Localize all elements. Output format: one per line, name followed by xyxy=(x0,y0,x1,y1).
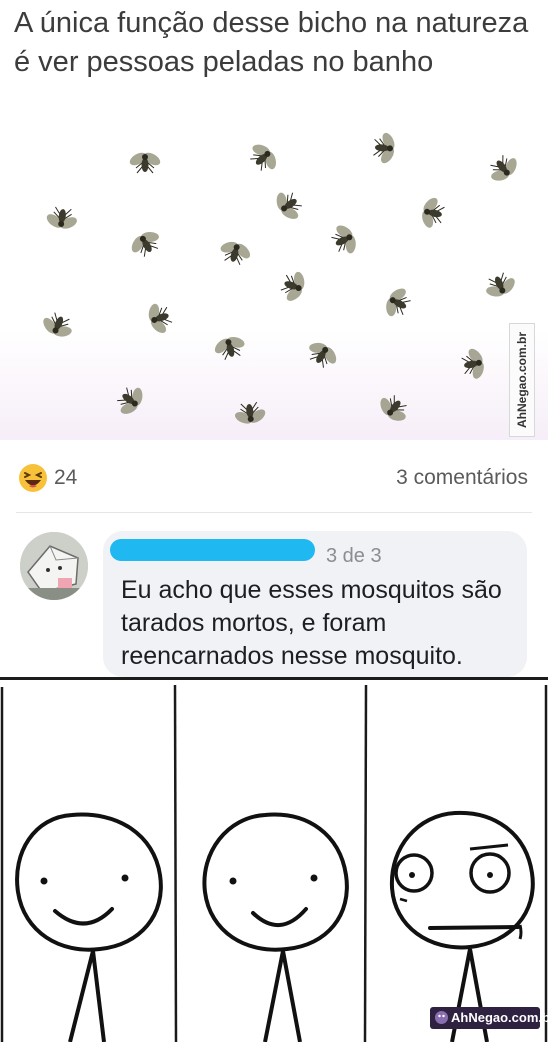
fly-icon xyxy=(486,272,515,297)
fly-icon xyxy=(117,387,143,414)
fly-icon xyxy=(331,225,356,254)
fly-icon xyxy=(250,144,276,171)
side-watermark-text: AhNegao.com.br xyxy=(515,331,529,429)
comment-count-link[interactable]: 3 comentários xyxy=(396,466,528,490)
fly-icon xyxy=(148,303,173,333)
fly-icon xyxy=(490,155,517,181)
fly-icon xyxy=(43,312,72,337)
avatar[interactable] xyxy=(20,532,88,600)
fly-icon xyxy=(220,241,251,266)
post-image: A única função desse bicho na natureza é… xyxy=(0,0,548,440)
comic-top-border xyxy=(0,677,548,680)
fly-icon xyxy=(235,401,266,424)
watermark-logo-icon xyxy=(435,1011,448,1024)
fly-icon xyxy=(276,192,302,219)
redacted-author-name xyxy=(110,539,315,561)
corner-watermark: AhNegao.com.br xyxy=(430,1007,548,1029)
comment-position: 3 de 3 xyxy=(326,545,382,567)
fly-icon xyxy=(386,288,411,317)
comment-text: Eu acho que esses mosquitos são tarados … xyxy=(121,576,502,670)
fly-icon xyxy=(309,342,337,368)
fly-icon xyxy=(380,395,407,421)
fly-icon xyxy=(214,336,245,360)
flies-illustration xyxy=(43,132,517,424)
rage-comic xyxy=(0,677,548,1042)
divider xyxy=(16,512,532,513)
fly-icon xyxy=(129,152,161,174)
fly-icon xyxy=(131,231,159,257)
corner-watermark-text: AhNegao.com.br xyxy=(451,1010,548,1025)
fly-icon xyxy=(373,132,395,164)
fly-icon xyxy=(422,197,445,228)
side-watermark: AhNegao.com.br xyxy=(509,323,535,437)
fly-icon xyxy=(280,271,305,301)
fly-icon xyxy=(461,348,484,379)
reaction-count[interactable]: 24 xyxy=(54,466,77,490)
fly-icon xyxy=(46,206,77,229)
avatar-image xyxy=(20,532,88,600)
laughing-emoji-icon[interactable] xyxy=(18,463,48,493)
